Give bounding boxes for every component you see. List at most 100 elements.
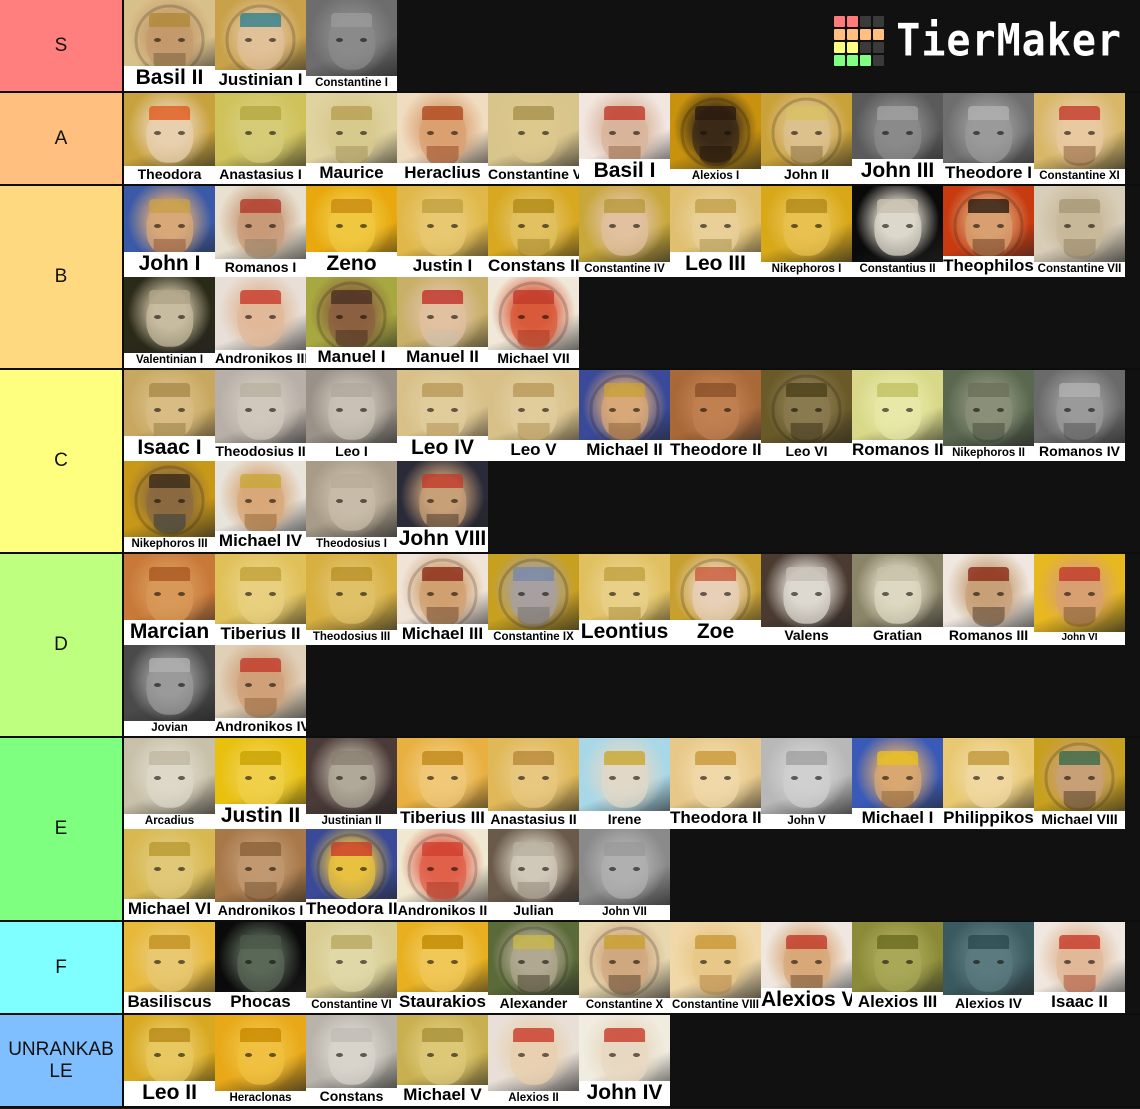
tier-item[interactable]: Michael VIII [1034, 738, 1125, 829]
tier-item[interactable]: John V [761, 738, 852, 829]
tier-item[interactable]: Irene [579, 738, 670, 829]
tier-item[interactable]: Anastasius I [215, 93, 306, 184]
tier-item[interactable]: Phocas [215, 922, 306, 1013]
tier-item[interactable]: Tiberius II [215, 554, 306, 645]
tier-item[interactable]: Theodosius II [215, 370, 306, 461]
tier-item[interactable]: Romanos II [852, 370, 943, 461]
tier-label-unrankable[interactable]: UNRANKABLE [0, 1015, 124, 1106]
tier-item[interactable]: Andronikos II [397, 829, 488, 920]
tier-item[interactable]: Alexios IV [943, 922, 1034, 1013]
tier-item[interactable]: Theodosius III [306, 554, 397, 645]
tier-item[interactable]: Maurice [306, 93, 397, 184]
tier-label-b[interactable]: B [0, 186, 124, 368]
tier-item[interactable]: Marcian [124, 554, 215, 645]
tier-item[interactable]: Theophilos [943, 186, 1034, 277]
tier-item[interactable]: John IV [579, 1015, 670, 1106]
tier-item[interactable]: Alexios I [670, 93, 761, 184]
tier-item[interactable]: Michael VI [124, 829, 215, 920]
tier-item[interactable]: Romanos I [215, 186, 306, 277]
tier-item[interactable]: Constantine VII [1034, 186, 1125, 277]
tier-item[interactable]: Heraclonas [215, 1015, 306, 1106]
tier-item[interactable]: Justin II [215, 738, 306, 829]
tier-item[interactable]: John VI [1034, 554, 1125, 645]
tier-item[interactable]: Andronikos IV [215, 645, 306, 736]
tier-item[interactable]: Jovian [124, 645, 215, 736]
tier-label-f[interactable]: F [0, 922, 124, 1013]
tier-item[interactable]: Nikephoros I [761, 186, 852, 277]
tier-item[interactable]: Theodosius I [306, 461, 397, 552]
tier-item[interactable]: John VIII [397, 461, 488, 552]
tier-item[interactable]: Constantine X [579, 922, 670, 1013]
tier-item[interactable]: Constans [306, 1015, 397, 1106]
tier-item[interactable]: Zeno [306, 186, 397, 277]
tier-item[interactable]: Philippikos [943, 738, 1034, 829]
tier-item[interactable]: Michael VII [488, 277, 579, 368]
tier-item[interactable]: Michael III [397, 554, 488, 645]
tier-item[interactable]: Theodore I [943, 93, 1034, 184]
tier-item[interactable]: John VII [579, 829, 670, 920]
tier-item[interactable]: John II [761, 93, 852, 184]
tier-item[interactable]: Romanos IV [1034, 370, 1125, 461]
tier-item[interactable]: Leo IV [397, 370, 488, 461]
tier-item[interactable]: Manuel II [397, 277, 488, 368]
tier-item[interactable]: Basil I [579, 93, 670, 184]
tier-item[interactable]: Leo I [306, 370, 397, 461]
tier-item[interactable]: Valentinian I [124, 277, 215, 368]
tier-item[interactable]: Romanos III [943, 554, 1034, 645]
tier-item[interactable]: John III [852, 93, 943, 184]
tier-item[interactable]: Constantine VI [306, 922, 397, 1013]
tier-item[interactable]: Alexios II [488, 1015, 579, 1106]
tier-item[interactable]: Justinian II [306, 738, 397, 829]
tier-item[interactable]: Michael IV [215, 461, 306, 552]
tier-item[interactable]: Justin I [397, 186, 488, 277]
tier-item[interactable]: Arcadius [124, 738, 215, 829]
tier-item[interactable]: Alexander [488, 922, 579, 1013]
tier-item[interactable]: Constans II [488, 186, 579, 277]
tier-label-s[interactable]: S [0, 0, 124, 91]
tier-label-e[interactable]: E [0, 738, 124, 920]
tier-item[interactable]: Tiberius III [397, 738, 488, 829]
tier-item[interactable]: Leo V [488, 370, 579, 461]
tier-item[interactable]: Basiliscus [124, 922, 215, 1013]
tier-item[interactable]: Isaac I [124, 370, 215, 461]
tier-item[interactable]: Constantine VIII [670, 922, 761, 1013]
tier-item[interactable]: Andronikos III [215, 277, 306, 368]
tier-label-c[interactable]: C [0, 370, 124, 552]
tier-item[interactable]: Nikephoros III [124, 461, 215, 552]
tier-item[interactable]: Theodora [124, 93, 215, 184]
tier-item[interactable]: Gratian [852, 554, 943, 645]
tier-item[interactable]: Leo VI [761, 370, 852, 461]
tier-item[interactable]: Theodora II [670, 738, 761, 829]
tier-item[interactable]: Zoe [670, 554, 761, 645]
tier-item[interactable]: Constantine V [488, 93, 579, 184]
tier-item[interactable]: Leo III [670, 186, 761, 277]
tier-item[interactable]: John I [124, 186, 215, 277]
tier-item[interactable]: Michael II [579, 370, 670, 461]
tier-item[interactable]: Michael I [852, 738, 943, 829]
tier-item[interactable]: Manuel I [306, 277, 397, 368]
tier-item[interactable]: Leontius [579, 554, 670, 645]
tier-label-d[interactable]: D [0, 554, 124, 736]
tier-item[interactable]: Theodore II [670, 370, 761, 461]
tier-item[interactable]: Alexios III [852, 922, 943, 1013]
tier-item[interactable]: Leo II [124, 1015, 215, 1106]
tier-item[interactable]: Valens [761, 554, 852, 645]
tier-item[interactable]: Julian [488, 829, 579, 920]
tier-item[interactable]: Nikephoros II [943, 370, 1034, 461]
tier-item[interactable]: Alexios V [761, 922, 852, 1013]
tier-item[interactable]: Heraclius [397, 93, 488, 184]
tier-item[interactable]: Constantine XI [1034, 93, 1125, 184]
tier-item[interactable]: Anastasius II [488, 738, 579, 829]
tier-item[interactable]: Constantine IX [488, 554, 579, 645]
tier-item[interactable]: Constantius II [852, 186, 943, 277]
tier-item[interactable]: Andronikos I [215, 829, 306, 920]
tier-item[interactable]: Constantine IV [579, 186, 670, 277]
tier-item[interactable]: Constantine I [306, 0, 397, 91]
tier-item[interactable]: Michael V [397, 1015, 488, 1106]
tier-item[interactable]: Theodora III [306, 829, 397, 920]
tier-item[interactable]: Staurakios [397, 922, 488, 1013]
tier-item[interactable]: Isaac II [1034, 922, 1125, 1013]
tier-label-a[interactable]: A [0, 93, 124, 184]
tier-item[interactable]: Basil II [124, 0, 215, 91]
tier-item[interactable]: Justinian I [215, 0, 306, 91]
